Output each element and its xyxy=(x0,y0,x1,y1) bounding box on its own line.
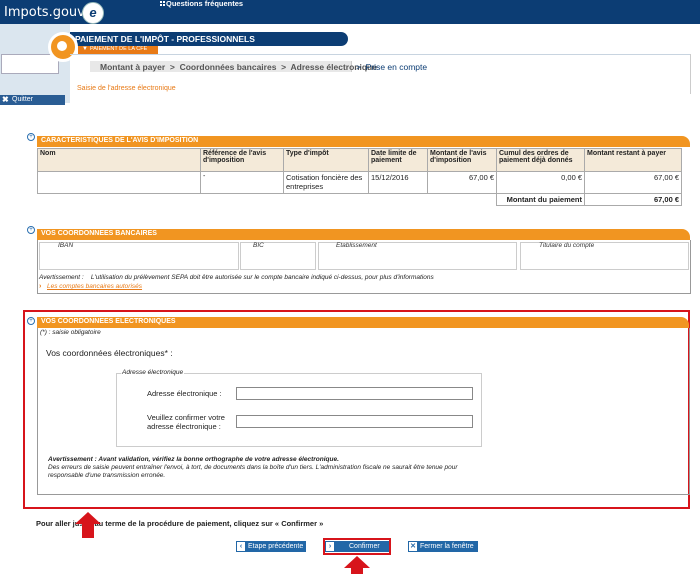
section-toggle-icon[interactable]: + xyxy=(27,317,35,325)
col-header: Type d'impôt xyxy=(283,148,369,172)
avis-table: Nom Référence de l'avis d'imposition Typ… xyxy=(37,148,682,206)
email-fieldset xyxy=(116,373,482,447)
breadcrumb-current: > Prise en compte xyxy=(356,62,428,72)
col-header: Date limite de paiement xyxy=(368,148,428,172)
email-warning-3: responsable d'une transmission erronée. xyxy=(48,472,166,479)
titulaire-label: Titulaire du compte xyxy=(539,242,595,249)
email-warning-1: Avertissement : Avant validation, vérifi… xyxy=(48,456,339,463)
title-circle-inner xyxy=(57,41,67,51)
previous-step-label: Etape précédente xyxy=(248,543,304,550)
fieldset-legend: Adresse électronique xyxy=(121,369,185,376)
confirm-email-label-2: adresse électronique : xyxy=(147,422,221,431)
breadcrumb-steps: Montant à payer > Coordonnées bancaires … xyxy=(100,62,377,72)
total-value: 67,00 € xyxy=(584,193,682,206)
close-icon: ✖ xyxy=(2,95,9,104)
authorized-accounts-link[interactable]: Les comptes bancaires autorisés xyxy=(47,283,142,290)
email-label: Adresse électronique : xyxy=(147,389,222,398)
chevron-right-icon: › xyxy=(326,542,334,551)
cell-montant-avis: 67,00 € xyxy=(427,171,497,194)
section-toggle-icon[interactable]: + xyxy=(27,133,35,141)
cell-restant: 67,00 € xyxy=(584,171,682,194)
bank-warning: Avertissement : L'utilisation du prélève… xyxy=(39,274,434,281)
cell-cumul: 0,00 € xyxy=(496,171,585,194)
total-row: Montant du paiement 67,00 € xyxy=(38,193,682,206)
close-window-label: Fermer la fenêtre xyxy=(420,543,474,550)
quit-label[interactable]: Quitter xyxy=(12,96,33,103)
faq-icon xyxy=(160,0,165,6)
close-icon: ✕ xyxy=(409,542,417,551)
chevron-right-icon: › xyxy=(39,283,42,290)
mandatory-note: (*) : saisie obligatoire xyxy=(40,329,101,336)
email-warning-2: Des erreurs de saisie peuvent entraîner … xyxy=(48,464,458,471)
cell-date: 15/12/2016 xyxy=(368,171,428,194)
email-input[interactable] xyxy=(236,387,473,400)
cell-nom xyxy=(37,171,201,194)
table-row: - Cotisation foncière des entreprises 15… xyxy=(37,171,682,194)
chevron-left-icon: ‹ xyxy=(237,542,245,551)
subtitle-tab-label: PAIEMENT DE LA CFE xyxy=(90,46,148,52)
page-subtitle: Saisie de l'adresse électronique xyxy=(77,85,176,92)
logo-e-icon: e xyxy=(82,2,104,24)
left-panel-box xyxy=(1,54,59,74)
table-header-row: Nom Référence de l'avis d'imposition Typ… xyxy=(37,148,682,172)
col-header: Montant restant à payer xyxy=(584,148,682,172)
avis-section-title: CARACTERISTIQUES DE L'AVIS D'IMPOSITION xyxy=(41,137,199,144)
divider xyxy=(70,54,690,55)
page-title: PAIEMENT DE L'IMPÔT - PROFESSIONNELS xyxy=(75,34,255,44)
electronic-label: Vos coordonnées électroniques* : xyxy=(46,348,173,358)
close-window-button[interactable]: ✕ Fermer la fenêtre xyxy=(408,541,478,552)
section-toggle-icon[interactable]: + xyxy=(27,226,35,234)
divider xyxy=(690,54,691,94)
bic-label: BIC xyxy=(253,242,264,249)
top-banner xyxy=(0,0,700,24)
total-label: Montant du paiement xyxy=(496,193,585,206)
bic-field xyxy=(240,242,316,270)
subtab-bullet-icon: ▼ xyxy=(82,46,88,52)
cell-reference: - xyxy=(200,171,284,194)
cell-type: Cotisation foncière des entreprises xyxy=(283,171,369,194)
col-header: Référence de l'avis d'imposition xyxy=(200,148,284,172)
confirm-button[interactable]: › Confirmer xyxy=(325,541,389,552)
iban-label: IBAN xyxy=(58,242,74,249)
confirm-email-label-1: Veuillez confirmer votre xyxy=(147,413,225,422)
confirm-email-input[interactable] xyxy=(236,415,473,428)
bank-section-title: VOS COORDONNEES BANCAIRES xyxy=(41,230,157,237)
col-header: Nom xyxy=(37,148,201,172)
faq-link[interactable]: Questions fréquentes xyxy=(166,0,243,8)
electronic-section-title: VOS COORDONNEES ELECTRONIQUES xyxy=(41,318,176,325)
red-arrow-up-icon xyxy=(344,556,370,574)
red-arrow-up-icon xyxy=(75,512,101,538)
confirm-label: Confirmer xyxy=(349,543,380,550)
col-header: Montant de l'avis d'imposition xyxy=(427,148,497,172)
col-header: Cumul des ordres de paiement déjà donnés xyxy=(496,148,585,172)
previous-step-button[interactable]: ‹ Etape précédente xyxy=(236,541,306,552)
etablissement-label: Etablissement xyxy=(336,242,377,249)
